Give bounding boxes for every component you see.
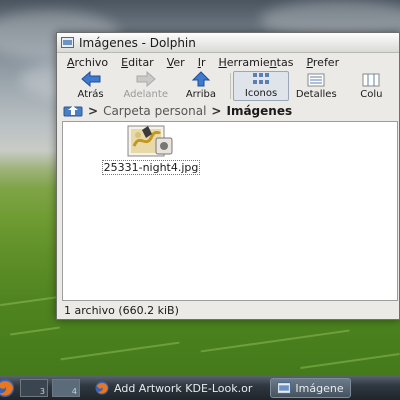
arrow-up-icon [191, 71, 210, 87]
image-file-icon [127, 125, 173, 157]
toolbar: Atrás Adelante Arriba Iconos Detalles Co… [57, 71, 399, 101]
menu-ir[interactable]: Ir [198, 56, 206, 69]
icon-grid-icon [253, 73, 270, 84]
forward-button[interactable]: Adelante [118, 71, 173, 101]
menu-herramientas[interactable]: Herramientas [218, 56, 293, 69]
details-view-label: Detalles [295, 89, 337, 100]
title-bar[interactable]: Imágenes - Dolphin [57, 33, 399, 53]
task-label: Imágene [295, 381, 344, 395]
toolbar-separator [230, 73, 232, 99]
task-label: Add Artwork KDE-Look.or [114, 381, 253, 395]
up-label: Arriba [185, 89, 216, 100]
details-view-button[interactable]: Detalles [289, 71, 344, 101]
details-list-icon [307, 73, 325, 87]
menu-bar: Archivo Editar Ver Ir Herramientas Prefe… [57, 53, 399, 71]
columns-view-button[interactable]: Colu [344, 71, 399, 101]
grass-streak [300, 353, 400, 369]
taskbar-task-firefox[interactable]: Add Artwork KDE-Look.or [88, 378, 258, 398]
window-title: Imágenes - Dolphin [79, 35, 196, 50]
file-item[interactable]: 25331-night4.jpg [91, 124, 211, 175]
taskbar-task-dolphin[interactable]: Imágene [270, 378, 351, 398]
grass-streak [60, 341, 180, 361]
dolphin-icon [277, 382, 292, 394]
menu-ver[interactable]: Ver [167, 56, 185, 69]
up-button[interactable]: Arriba [173, 71, 228, 101]
back-button[interactable]: Atrás [63, 71, 118, 101]
back-label: Atrás [77, 89, 104, 100]
menu-preferencias[interactable]: Prefer [306, 56, 339, 69]
pager-desktop-3[interactable]: 3 [20, 379, 48, 397]
grass-streak [200, 329, 350, 353]
dolphin-app-icon[interactable] [61, 37, 74, 48]
arrow-left-icon [80, 71, 101, 87]
firefox-launcher-icon[interactable] [0, 377, 16, 399]
icons-view-label: Iconos [244, 88, 278, 99]
pager-desktop-4[interactable]: 4 [52, 379, 80, 397]
breadcrumb-home[interactable]: Carpeta personal [103, 104, 206, 118]
arrow-right-icon [136, 71, 156, 87]
columns-view-label: Colu [360, 89, 383, 100]
file-view[interactable]: 25331-night4.jpg [62, 121, 398, 301]
columns-view-icon [362, 73, 380, 87]
icons-view-button[interactable]: Iconos [233, 71, 289, 101]
breadcrumb-current[interactable]: Imágenes [226, 104, 292, 118]
menu-archivo[interactable]: Archivo [67, 56, 108, 69]
grass-streak [0, 295, 60, 307]
grass-streak [10, 326, 60, 336]
taskbar: 3 4 Add Artwork KDE-Look.or Imágene [0, 376, 400, 400]
breadcrumb: > Carpeta personal > Imágenes [57, 101, 399, 121]
breadcrumb-separator: > [211, 104, 222, 118]
home-folder-icon[interactable] [63, 105, 83, 117]
forward-label: Adelante [123, 89, 168, 100]
breadcrumb-separator: > [88, 104, 99, 118]
status-text: 1 archivo (660.2 kiB) [64, 303, 179, 317]
menu-editar[interactable]: Editar [121, 56, 154, 69]
file-name[interactable]: 25331-night4.jpg [101, 160, 201, 175]
status-bar: 1 archivo (660.2 kiB) [57, 301, 400, 319]
dolphin-window[interactable]: Imágenes - Dolphin Archivo Editar Ver Ir… [56, 32, 400, 320]
firefox-icon [95, 381, 109, 395]
